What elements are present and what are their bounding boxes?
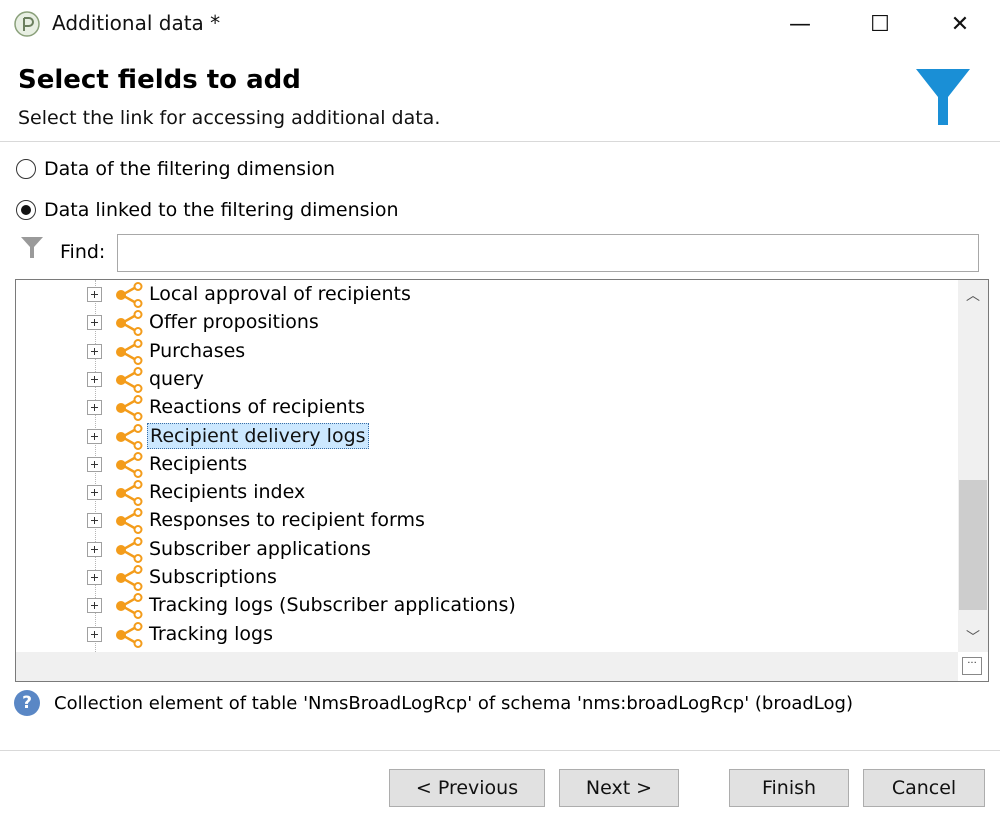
tree-item-label: Subscriber applications: [149, 537, 371, 560]
tree-item-label: Local approval of recipients: [149, 283, 411, 305]
tree-item-label: Recipients: [149, 452, 248, 475]
link-icon: [116, 366, 143, 393]
expand-icon[interactable]: [87, 371, 102, 387]
tree-item-label: Tracking logs (Subscriber applications): [149, 594, 516, 617]
link-icon: [116, 565, 143, 591]
tree-item-label: Recipient delivery logs: [147, 422, 369, 449]
tree-item-label: query: [149, 367, 204, 390]
more-options-icon[interactable]: ···: [962, 657, 982, 675]
tree-item[interactable]: Reactions of recipients: [16, 394, 958, 422]
tree-item[interactable]: Recipient delivery logs: [16, 422, 958, 451]
previous-button[interactable]: < Previous: [389, 769, 545, 807]
status-line: ? Collection element of table 'NmsBroadL…: [14, 690, 853, 716]
app-logo-icon: [14, 11, 40, 37]
tree-item[interactable]: Offer propositions: [16, 309, 958, 337]
minimize-button[interactable]: —: [760, 0, 840, 48]
tree-item[interactable]: Subscriber applications: [16, 536, 958, 564]
radio-unchecked-icon[interactable]: [16, 159, 36, 179]
tree-item[interactable]: Subscriptions: [16, 564, 958, 592]
tree-item[interactable]: Recipients: [16, 451, 958, 479]
tree-item[interactable]: Purchases: [16, 338, 958, 366]
link-icon: [116, 508, 143, 535]
finish-button[interactable]: Finish: [729, 769, 849, 807]
link-icon: [116, 621, 143, 648]
tree-item-label: Subscriptions: [149, 566, 277, 588]
expand-icon[interactable]: [87, 400, 102, 416]
close-icon: ✕: [950, 11, 970, 37]
title-bar: Additional data * — ☐ ✕: [0, 0, 1000, 48]
status-text: Collection element of table 'NmsBroadLog…: [54, 692, 853, 714]
tree-item-label: Purchases: [149, 339, 246, 362]
tree-item-label: Responses to recipient forms: [149, 509, 425, 532]
link-icon: [116, 536, 143, 563]
link-icon: [116, 593, 143, 620]
radio-label: Data of the filtering dimension: [44, 158, 336, 180]
tree-item[interactable]: Responses to recipient forms: [16, 507, 958, 535]
wizard-header: Select fields to add Select the link for…: [0, 55, 1000, 142]
cancel-button[interactable]: Cancel: [863, 769, 985, 807]
tree-item[interactable]: Tracking logs (Subscriber applications): [16, 592, 958, 620]
page-title: Select fields to add: [18, 65, 301, 95]
vertical-scrollbar[interactable]: ︿ ﹀: [958, 280, 988, 652]
link-icon: [116, 338, 143, 365]
horizontal-scrollbar[interactable]: [16, 652, 958, 681]
maximize-button[interactable]: ☐: [840, 0, 920, 48]
close-button[interactable]: ✕: [920, 0, 1000, 48]
expand-icon[interactable]: [87, 287, 102, 302]
page-subtitle: Select the link for accessing additional…: [18, 107, 441, 129]
filter-icon: [21, 237, 43, 258]
window-title: Additional data *: [52, 11, 221, 35]
expand-icon[interactable]: [87, 456, 102, 472]
tree-viewport: Local approval of recipients Offer propos…: [16, 280, 958, 652]
expand-icon[interactable]: [87, 315, 102, 331]
maximize-icon: ☐: [870, 11, 890, 37]
scroll-thumb[interactable]: [959, 480, 987, 610]
expand-icon[interactable]: [87, 570, 102, 585]
link-icon: [116, 282, 143, 308]
find-label: Find:: [60, 241, 106, 263]
link-icon: [116, 480, 143, 507]
scroll-down-icon[interactable]: ﹀: [958, 622, 988, 652]
scroll-up-icon[interactable]: ︿: [958, 280, 988, 310]
expand-icon[interactable]: [87, 598, 102, 614]
expand-icon[interactable]: [87, 428, 102, 444]
link-icon: [116, 423, 143, 450]
tree-item[interactable]: Local approval of recipients: [16, 281, 958, 309]
radio-checked-icon[interactable]: [16, 200, 36, 220]
expand-icon[interactable]: [87, 541, 102, 557]
find-input[interactable]: [117, 234, 979, 272]
link-icon: [116, 395, 143, 422]
next-button[interactable]: Next >: [559, 769, 679, 807]
tree-item-label: Recipients index: [149, 481, 306, 504]
minimize-icon: —: [789, 11, 811, 37]
tree-item[interactable]: query: [16, 366, 958, 394]
tree-item-label: Tracking logs: [149, 622, 274, 645]
footer-divider: [0, 750, 1000, 751]
tree-item[interactable]: Recipients index: [16, 479, 958, 507]
expand-icon[interactable]: [87, 513, 102, 529]
radio-linked-dimension[interactable]: Data linked to the filtering dimension: [16, 199, 399, 221]
expand-icon[interactable]: [87, 485, 102, 501]
link-tree[interactable]: Local approval of recipients Offer propos…: [15, 279, 989, 682]
radio-label: Data linked to the filtering dimension: [44, 199, 399, 221]
tree-item-label: Offer propositions: [149, 311, 319, 334]
help-icon: ?: [14, 690, 40, 716]
link-icon: [116, 310, 143, 337]
tree-item[interactable]: Tracking logs: [16, 621, 958, 649]
radio-filtering-dimension[interactable]: Data of the filtering dimension: [16, 158, 335, 180]
funnel-icon: [916, 69, 970, 125]
expand-icon[interactable]: [87, 626, 102, 642]
tree-item-label: Reactions of recipients: [149, 396, 366, 419]
link-icon: [116, 451, 143, 478]
expand-icon[interactable]: [87, 343, 102, 359]
